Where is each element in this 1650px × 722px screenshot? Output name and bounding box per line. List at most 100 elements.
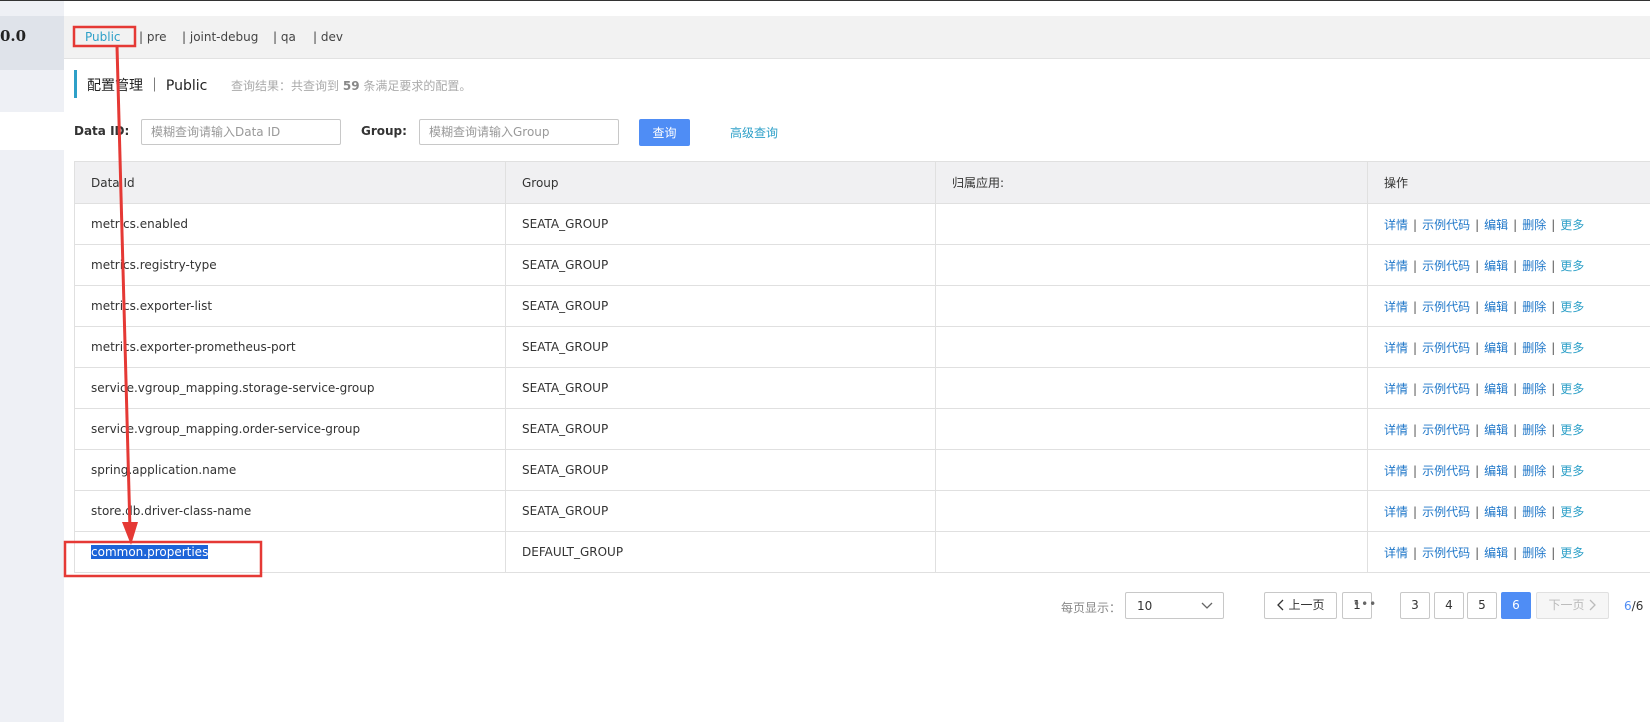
ops-separator: | [1413,381,1418,396]
edit-link[interactable]: 编辑 [1484,341,1508,355]
group-input[interactable] [419,119,619,145]
cell-ops: 详情 | 示例代码 | 编辑 | 删除 | 更多 [1367,326,1650,368]
sample-code-link[interactable]: 示例代码 [1422,382,1470,396]
ops-separator: | [1551,504,1556,519]
detail-link[interactable]: 详情 [1384,382,1408,396]
detail-link[interactable]: 详情 [1384,505,1408,519]
sidebar-item-active[interactable] [0,112,64,150]
detail-link[interactable]: 详情 [1384,464,1408,478]
next-page-button[interactable]: 下一页 [1536,592,1609,619]
sample-code-link[interactable]: 示例代码 [1422,464,1470,478]
column-header-group[interactable]: Group [505,161,936,204]
edit-link[interactable]: 编辑 [1484,464,1508,478]
config-table: Data Id Group 归属应用: 操作 metrics.enabled SE… [74,161,1650,573]
page-title: 配置管理 ｜ Public [87,78,208,94]
cell-ops: 详情 | 示例代码 | 编辑 | 删除 | 更多 [1367,531,1650,573]
delete-link[interactable]: 删除 [1522,464,1546,478]
prev-page-button[interactable]: 上一页 [1264,592,1337,619]
page-button-5[interactable]: 5 [1467,592,1497,619]
sample-code-link[interactable]: 示例代码 [1422,218,1470,232]
page-size-label: 每页显示： [1061,601,1122,615]
detail-link[interactable]: 详情 [1384,423,1408,437]
data-id-text: metrics.exporter-prometheus-port [91,340,296,354]
more-link[interactable]: 更多 [1560,423,1584,437]
ops-separator: | [1413,258,1418,273]
edit-link[interactable]: 编辑 [1484,423,1508,437]
hint-suffix: 条满足要求的配置。 [363,79,472,93]
delete-link[interactable]: 删除 [1522,218,1546,232]
edit-link[interactable]: 编辑 [1484,300,1508,314]
table-row: service.vgroup_mapping.order-service-gro… [74,408,1650,450]
cell-data-id: metrics.exporter-list [74,285,506,327]
more-link[interactable]: 更多 [1560,300,1584,314]
namespace-tab-qa[interactable]: | qa [273,30,296,44]
detail-link[interactable]: 详情 [1384,218,1408,232]
sample-code-link[interactable]: 示例代码 [1422,546,1470,560]
cell-group: SEATA_GROUP [505,367,936,409]
window-top-border [0,0,1650,1]
detail-link[interactable]: 详情 [1384,341,1408,355]
table-row: metrics.registry-type SEATA_GROUP 详情 | 示例代码 |… [74,244,1650,286]
delete-link[interactable]: 删除 [1522,341,1546,355]
column-header-data-id[interactable]: Data Id [74,161,506,204]
sample-code-link[interactable]: 示例代码 [1422,505,1470,519]
sample-code-link[interactable]: 示例代码 [1422,341,1470,355]
ops-separator: | [1413,545,1418,560]
more-link[interactable]: 更多 [1560,546,1584,560]
query-button[interactable]: 查询 [639,119,690,146]
delete-link[interactable]: 删除 [1522,300,1546,314]
ops-separator: | [1551,258,1556,273]
column-header-ops: 操作 [1367,161,1650,204]
namespace-tab-dev[interactable]: | dev [313,30,343,44]
page-button-3[interactable]: 3 [1400,592,1430,619]
ops-separator: | [1513,258,1518,273]
table-row: service.vgroup_mapping.storage-service-g… [74,367,1650,409]
ops-separator: | [1475,422,1480,437]
edit-link[interactable]: 编辑 [1484,259,1508,273]
more-link[interactable]: 更多 [1560,259,1584,273]
page-button-6[interactable]: 6 [1501,592,1531,619]
sample-code-link[interactable]: 示例代码 [1422,259,1470,273]
query-result-hint: 查询结果：共查询到 59 条满足要求的配置。 [231,77,471,94]
edit-link[interactable]: 编辑 [1484,546,1508,560]
chevron-left-icon [1277,599,1284,611]
delete-link[interactable]: 删除 [1522,505,1546,519]
delete-link[interactable]: 删除 [1522,423,1546,437]
advanced-query-link[interactable]: 高级查询 [730,124,778,141]
more-link[interactable]: 更多 [1560,341,1584,355]
cell-data-id: metrics.enabled [74,203,506,245]
page-size-value: 10 [1137,599,1153,613]
cell-data-id: service.vgroup_mapping.storage-service-g… [74,367,506,409]
cell-group: SEATA_GROUP [505,408,936,450]
more-link[interactable]: 更多 [1560,505,1584,519]
cell-group: SEATA_GROUP [505,490,936,532]
cell-data-id: common.properties [74,531,506,573]
delete-link[interactable]: 删除 [1522,546,1546,560]
more-link[interactable]: 更多 [1560,382,1584,396]
data-id-input[interactable] [141,119,341,145]
cell-data-id: store.db.driver-class-name [74,490,506,532]
sample-code-link[interactable]: 示例代码 [1422,300,1470,314]
detail-link[interactable]: 详情 [1384,259,1408,273]
page-button-4[interactable]: 4 [1434,592,1464,619]
column-header-app[interactable]: 归属应用: [935,161,1368,204]
delete-link[interactable]: 删除 [1522,382,1546,396]
namespace-tab-joint-debug[interactable]: | joint-debug [182,30,258,44]
page-indicator: 6/6 [1624,599,1644,613]
edit-link[interactable]: 编辑 [1484,218,1508,232]
detail-link[interactable]: 详情 [1384,300,1408,314]
detail-link[interactable]: 详情 [1384,546,1408,560]
total-pages: 6 [1635,599,1644,613]
edit-link[interactable]: 编辑 [1484,382,1508,396]
sample-code-link[interactable]: 示例代码 [1422,423,1470,437]
namespace-tab-pre[interactable]: | pre [139,30,167,44]
more-link[interactable]: 更多 [1560,464,1584,478]
delete-link[interactable]: 删除 [1522,259,1546,273]
cell-app [935,531,1368,573]
edit-link[interactable]: 编辑 [1484,505,1508,519]
namespace-tab-public[interactable]: Public [85,30,121,44]
page-size-select[interactable]: 10 [1125,592,1224,619]
cell-app [935,449,1368,491]
data-id-text: metrics.exporter-list [91,299,213,313]
more-link[interactable]: 更多 [1560,218,1584,232]
